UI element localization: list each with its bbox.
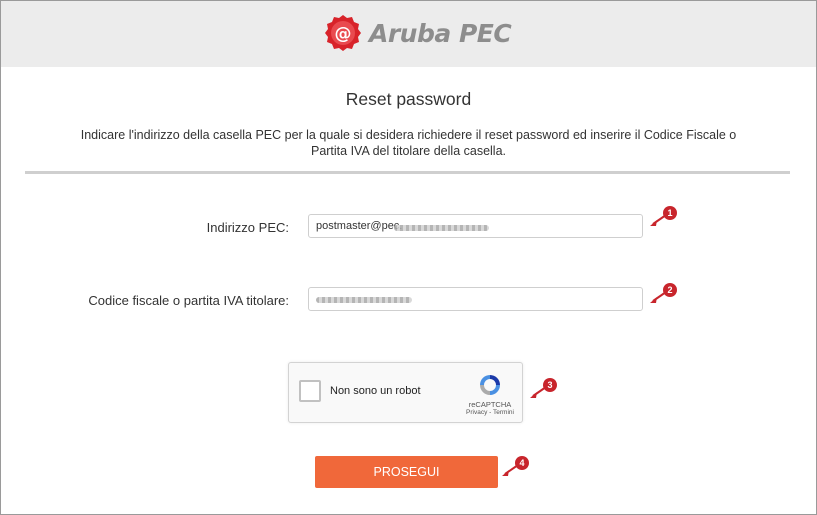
cf-label: Codice fiscale o partita IVA titolare: (88, 293, 289, 308)
recaptcha-checkbox[interactable] (299, 380, 321, 402)
page-title: Reset password (345, 89, 472, 109)
redacted-tax-code (316, 297, 412, 303)
redacted-domain (394, 225, 489, 231)
divider (25, 171, 790, 174)
submit-button[interactable]: PROSEGUI (315, 456, 498, 488)
instructions-text: Indicare l'indirizzo della casella PEC p… (80, 128, 737, 158)
recaptcha-brand: reCAPTCHA (468, 400, 512, 409)
header-bar: @ Aruba PEC (1, 1, 816, 67)
page-frame: @ Aruba PEC Reset password Indicare l'in… (0, 0, 817, 515)
recaptcha-links[interactable]: Privacy - Termini (460, 409, 520, 416)
pec-address-input[interactable]: postmaster@pec. (308, 214, 643, 238)
pec-label: Indirizzo PEC: (206, 220, 289, 235)
recaptcha-logo-icon (480, 375, 500, 395)
brand-name: Aruba PEC (369, 18, 512, 48)
tax-code-input[interactable] (308, 287, 643, 311)
svg-text:@: @ (335, 24, 352, 44)
pec-address-value: postmaster@pec. (316, 220, 403, 232)
at-sign-seal-icon: @ (325, 15, 361, 51)
recaptcha-label: Non sono un robot (330, 385, 421, 397)
recaptcha-widget: Non sono un robot reCAPTCHA Privacy - Te… (288, 362, 523, 423)
brand-logo[interactable]: @ Aruba PEC (323, 13, 512, 53)
